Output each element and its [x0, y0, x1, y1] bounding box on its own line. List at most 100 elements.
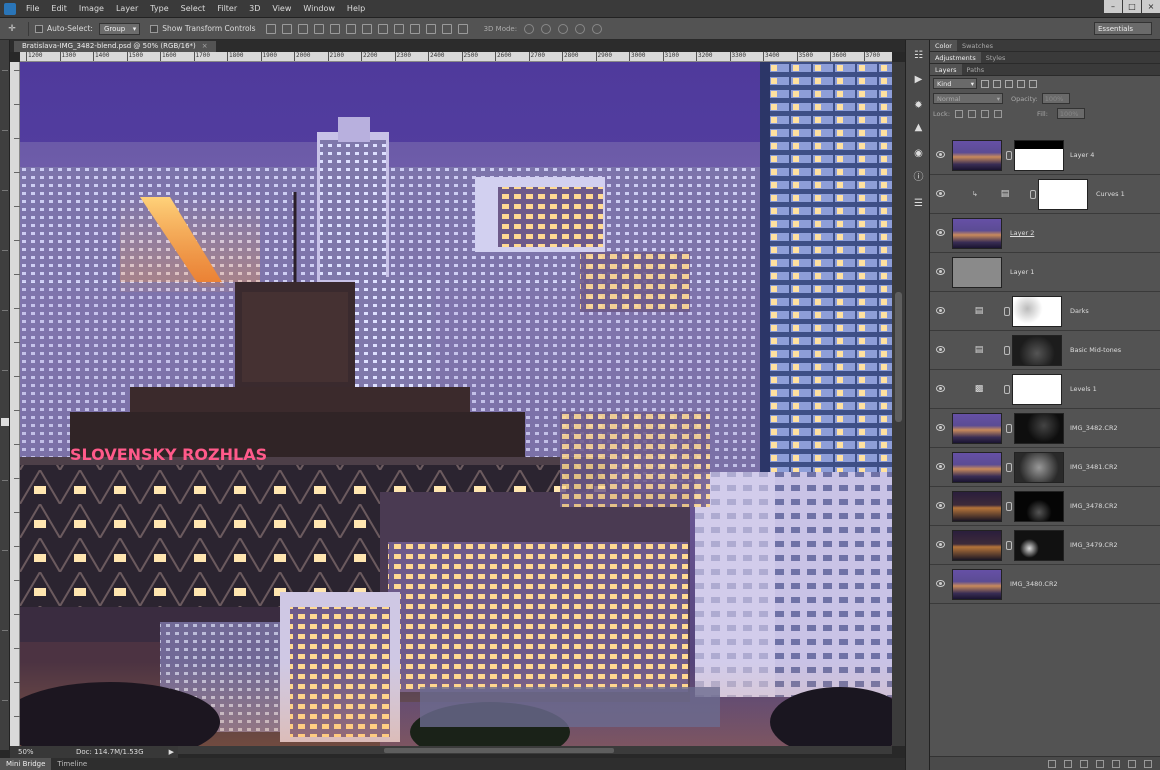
lock-position-icon[interactable] — [981, 109, 990, 118]
menu-file[interactable]: File — [20, 0, 45, 18]
tool-marker[interactable] — [2, 250, 8, 251]
workspace-dropdown[interactable]: Essentials — [1094, 22, 1152, 35]
3d-pan-icon[interactable] — [558, 23, 569, 34]
layer-row[interactable]: IMG_3480.CR2 — [930, 565, 1160, 604]
eye-icon[interactable] — [936, 151, 945, 158]
menu-select[interactable]: Select — [175, 0, 212, 18]
new-adjustment-icon[interactable] — [1096, 759, 1104, 768]
scroll-thumb[interactable] — [384, 748, 614, 753]
eye-icon[interactable] — [936, 190, 945, 197]
distribute-left-icon[interactable] — [409, 23, 420, 34]
history-icon[interactable]: ☷ — [913, 50, 924, 61]
layer-row[interactable]: IMG_3482.CR2 — [930, 409, 1160, 448]
menu-filter[interactable]: Filter — [211, 0, 243, 18]
blend-mode-dropdown[interactable]: Normal — [933, 93, 1003, 104]
align-top-icon[interactable] — [265, 23, 276, 34]
eye-icon[interactable] — [936, 229, 945, 236]
layer-row[interactable]: Layer 4 — [930, 136, 1160, 175]
layer-mask-thumbnail[interactable] — [1012, 374, 1062, 405]
layer-mask-thumbnail[interactable] — [1012, 296, 1062, 327]
eye-icon[interactable] — [936, 463, 945, 470]
info-icon[interactable]: ⓘ — [913, 172, 924, 183]
new-group-icon[interactable] — [1112, 759, 1120, 768]
3d-rotate-icon[interactable] — [524, 23, 535, 34]
menu-window[interactable]: Window — [297, 0, 341, 18]
layer-mask-thumbnail[interactable] — [1014, 452, 1064, 483]
eye-icon[interactable] — [936, 502, 945, 509]
chain-link-icon[interactable] — [1004, 346, 1010, 355]
3d-slide-icon[interactable] — [575, 23, 586, 34]
document-canvas[interactable]: SLOVENSKY ROZHLAS — [20, 62, 892, 746]
eye-icon[interactable] — [936, 580, 945, 587]
menu-3d[interactable]: 3D — [243, 0, 266, 18]
lock-all-icon[interactable] — [994, 109, 1003, 118]
3d-icon[interactable]: ◉ — [913, 148, 924, 159]
auto-align-icon[interactable] — [457, 23, 468, 34]
move-tool-icon[interactable]: ✛ — [2, 21, 22, 37]
filter-shape-icon[interactable] — [1017, 79, 1025, 88]
layer-row[interactable]: ▩ Levels 1 — [930, 370, 1160, 409]
layer-mask-thumbnail[interactable] — [1014, 530, 1064, 561]
filter-type-icon[interactable] — [1005, 79, 1013, 88]
close-document-icon[interactable]: × — [202, 42, 208, 50]
distribute-hcenter-icon[interactable] — [425, 23, 436, 34]
menu-image[interactable]: Image — [73, 0, 110, 18]
trash-icon[interactable] — [1144, 759, 1152, 768]
tool-marker[interactable] — [2, 480, 8, 481]
show-transform-checkbox[interactable]: Show Transform Controls — [150, 24, 256, 33]
chain-link-icon[interactable] — [1006, 463, 1012, 472]
tool-marker[interactable] — [2, 370, 8, 371]
actions-play-icon[interactable]: ▶ — [913, 74, 924, 85]
chain-link-icon[interactable] — [1006, 151, 1012, 160]
horizontal-scrollbar[interactable] — [178, 746, 892, 754]
tool-marker[interactable] — [2, 190, 8, 191]
tab-timeline[interactable]: Timeline — [51, 758, 93, 770]
layer-row[interactable]: Layer 1 — [930, 253, 1160, 292]
opacity-field[interactable]: 100% — [1041, 93, 1070, 104]
chain-link-icon[interactable] — [1004, 385, 1010, 394]
status-menu-arrow-icon[interactable]: ▶ — [169, 746, 174, 758]
eye-icon[interactable] — [936, 385, 945, 392]
filter-pixel-icon[interactable] — [981, 79, 989, 88]
distribute-bottom-icon[interactable] — [393, 23, 404, 34]
distribute-top-icon[interactable] — [361, 23, 372, 34]
3d-scale-icon[interactable] — [592, 23, 603, 34]
align-vcenter-icon[interactable] — [281, 23, 292, 34]
menu-edit[interactable]: Edit — [45, 0, 73, 18]
3d-roll-icon[interactable] — [541, 23, 552, 34]
document-tab[interactable]: Bratislava-IMG_3482-blend.psd @ 50% (RGB… — [14, 41, 216, 52]
layer-mask-thumbnail[interactable] — [1014, 140, 1064, 171]
eye-icon[interactable] — [936, 424, 945, 431]
auto-select-checkbox[interactable]: Auto-Select: — [35, 24, 93, 33]
tab-mini-bridge[interactable]: Mini Bridge — [0, 758, 52, 770]
properties-icon[interactable]: ☰ — [913, 198, 924, 209]
menu-layer[interactable]: Layer — [110, 0, 144, 18]
auto-select-dropdown[interactable]: Group — [98, 22, 141, 35]
chain-link-icon[interactable] — [1030, 190, 1036, 199]
layer-row[interactable]: ▤ Darks — [930, 292, 1160, 331]
close-window-button[interactable]: × — [1142, 0, 1160, 13]
chain-link-icon[interactable] — [1006, 541, 1012, 550]
distribute-vcenter-icon[interactable] — [377, 23, 388, 34]
align-left-icon[interactable] — [313, 23, 324, 34]
chain-link-icon[interactable] — [1004, 307, 1010, 316]
chain-link-icon[interactable] — [1006, 424, 1012, 433]
clone-source-icon[interactable]: ▲ — [913, 122, 924, 133]
menu-help[interactable]: Help — [341, 0, 371, 18]
add-mask-icon[interactable] — [1080, 759, 1088, 768]
eye-icon[interactable] — [936, 307, 945, 314]
layer-row[interactable]: IMG_3478.CR2 — [930, 487, 1160, 526]
align-right-icon[interactable] — [345, 23, 356, 34]
fill-field[interactable]: 100% — [1056, 108, 1085, 119]
tool-marker[interactable] — [2, 310, 8, 311]
vertical-scrollbar[interactable] — [892, 62, 905, 746]
chain-link-icon[interactable] — [1006, 502, 1012, 511]
tab-styles[interactable]: Styles — [981, 52, 1011, 63]
distribute-right-icon[interactable] — [441, 23, 452, 34]
tool-marker[interactable] — [2, 130, 8, 131]
tab-adjustments[interactable]: Adjustments — [930, 52, 981, 63]
scroll-thumb[interactable] — [895, 292, 902, 422]
kind-filter-dropdown[interactable]: Kind — [933, 78, 977, 89]
eye-icon[interactable] — [936, 346, 945, 353]
lock-transparent-icon[interactable] — [955, 109, 964, 118]
